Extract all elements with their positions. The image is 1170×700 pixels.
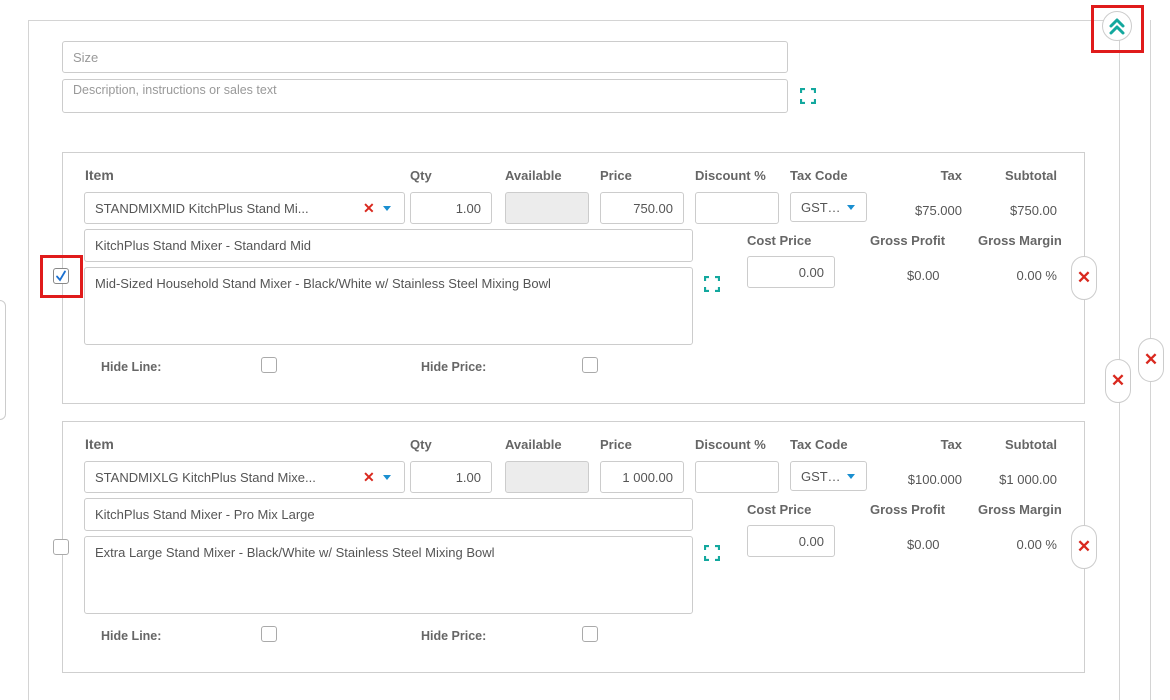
tax-value: $75.000 <box>915 203 962 218</box>
remove-group-button[interactable]: ✕ <box>1105 359 1131 403</box>
caret-down-icon[interactable] <box>847 473 855 479</box>
tax-value: $100.000 <box>907 472 962 487</box>
cost-price-value: 0.00 <box>798 533 824 549</box>
hide-line-label: Hide Line: <box>101 629 162 643</box>
col-tax-label: Tax <box>940 437 962 452</box>
qty-input[interactable]: 1.00 <box>410 461 492 493</box>
col-subtotal-label: Subtotal <box>1005 168 1057 183</box>
cost-price-input[interactable]: 0.00 <box>747 256 835 288</box>
line-description-value: Extra Large Stand Mixer - Black/White w/… <box>95 545 495 560</box>
col-available-label: Available <box>505 168 562 183</box>
size-input[interactable]: Size <box>62 41 788 73</box>
caret-down-icon[interactable] <box>847 204 855 210</box>
subtotal-value: $1 000.00 <box>999 472 1057 487</box>
line-select-checkbox[interactable] <box>53 268 69 284</box>
description-placeholder: Description, instructions or sales text <box>73 83 277 97</box>
cost-price-input[interactable]: 0.00 <box>747 525 835 557</box>
double-chevron-up-icon <box>1109 18 1125 35</box>
available-field <box>505 192 589 224</box>
caret-down-icon[interactable] <box>382 205 391 211</box>
remove-line-button[interactable]: ✕ <box>1071 525 1097 569</box>
line-description-input[interactable]: Extra Large Stand Mixer - Black/White w/… <box>84 536 693 614</box>
price-value: 1 000.00 <box>622 469 673 485</box>
collapse-button[interactable] <box>1102 11 1132 41</box>
line-description-input[interactable]: Mid-Sized Household Stand Mixer - Black/… <box>84 267 693 345</box>
cost-price-label: Cost Price <box>747 233 812 248</box>
remove-line-button[interactable]: ✕ <box>1071 256 1097 300</box>
expand-icon[interactable] <box>704 545 720 561</box>
line-name-input[interactable]: KitchPlus Stand Mixer - Pro Mix Large <box>84 498 693 531</box>
caret-down-icon[interactable] <box>382 474 391 480</box>
clear-icon[interactable]: ✕ <box>363 469 375 486</box>
description-input[interactable]: Description, instructions or sales text <box>62 79 788 113</box>
gross-margin-value: 0.00 % <box>1016 268 1057 283</box>
discount-input[interactable] <box>695 461 779 493</box>
hide-price-label: Hide Price: <box>421 629 487 643</box>
hide-line-checkbox[interactable] <box>261 626 277 642</box>
gross-profit-label: Gross Profit <box>870 233 946 248</box>
item-select[interactable]: STANDMIXLG KitchPlus Stand Mixe... ✕ <box>84 461 405 493</box>
clear-icon[interactable]: ✕ <box>363 200 375 217</box>
remove-section-button[interactable]: ✕ <box>1138 338 1164 382</box>
expand-icon[interactable] <box>704 276 720 292</box>
tax-code-select[interactable]: GST ... <box>790 192 867 222</box>
available-field <box>505 461 589 493</box>
item-select[interactable]: STANDMIXMID KitchPlus Stand Mi... ✕ <box>84 192 405 224</box>
qty-input[interactable]: 1.00 <box>410 192 492 224</box>
red-x-icon: ✕ <box>1076 268 1092 287</box>
hide-price-checkbox[interactable] <box>582 626 598 642</box>
col-subtotal-label: Subtotal <box>1005 437 1057 452</box>
qty-value: 1.00 <box>455 469 481 485</box>
col-discount-label: Discount % <box>695 168 766 183</box>
col-item-label: Item <box>85 436 114 452</box>
left-panel-edge <box>0 300 6 420</box>
col-available-label: Available <box>505 437 562 452</box>
col-price-label: Price <box>600 168 632 183</box>
gross-profit-value: $0.00 <box>907 537 940 552</box>
expand-icon[interactable] <box>800 88 816 104</box>
red-x-icon: ✕ <box>1110 371 1126 390</box>
price-input[interactable]: 1 000.00 <box>600 461 684 493</box>
red-x-icon: ✕ <box>1076 537 1092 556</box>
line-name-input[interactable]: KitchPlus Stand Mixer - Standard Mid <box>84 229 693 262</box>
hide-line-label: Hide Line: <box>101 360 162 374</box>
line-name-value: KitchPlus Stand Mixer - Standard Mid <box>95 238 312 253</box>
col-taxcode-label: Tax Code <box>790 437 848 452</box>
line-name-value: KitchPlus Stand Mixer - Pro Mix Large <box>95 507 315 522</box>
col-discount-label: Discount % <box>695 437 766 452</box>
col-taxcode-label: Tax Code <box>790 168 848 183</box>
line-description-value: Mid-Sized Household Stand Mixer - Black/… <box>95 276 551 291</box>
tax-code-select[interactable]: GST ... <box>790 461 867 491</box>
price-value: 750.00 <box>633 200 673 216</box>
price-input[interactable]: 750.00 <box>600 192 684 224</box>
col-tax-label: Tax <box>940 168 962 183</box>
line-select-checkbox[interactable] <box>53 539 69 555</box>
col-item-label: Item <box>85 167 114 183</box>
gross-margin-label: Gross Margin <box>978 502 1062 517</box>
col-qty-label: Qty <box>410 168 432 183</box>
subtotal-value: $750.00 <box>1010 203 1057 218</box>
item-select-value: STANDMIXMID KitchPlus Stand Mi... <box>95 200 309 216</box>
col-qty-label: Qty <box>410 437 432 452</box>
gross-profit-label: Gross Profit <box>870 502 946 517</box>
hide-line-checkbox[interactable] <box>261 357 277 373</box>
col-price-label: Price <box>600 437 632 452</box>
gross-margin-label: Gross Margin <box>978 233 1062 248</box>
gross-profit-value: $0.00 <box>907 268 940 283</box>
qty-value: 1.00 <box>455 200 481 216</box>
tax-code-value: GST ... <box>801 468 841 484</box>
discount-input[interactable] <box>695 192 779 224</box>
size-placeholder: Size <box>73 49 99 65</box>
tax-code-value: GST ... <box>801 199 841 215</box>
cost-price-label: Cost Price <box>747 502 812 517</box>
hide-price-checkbox[interactable] <box>582 357 598 373</box>
checkmark-icon <box>56 270 66 282</box>
gross-margin-value: 0.00 % <box>1016 537 1057 552</box>
red-x-icon: ✕ <box>1143 350 1159 369</box>
cost-price-value: 0.00 <box>798 264 824 280</box>
hide-price-label: Hide Price: <box>421 360 487 374</box>
item-select-value: STANDMIXLG KitchPlus Stand Mixe... <box>95 469 316 485</box>
